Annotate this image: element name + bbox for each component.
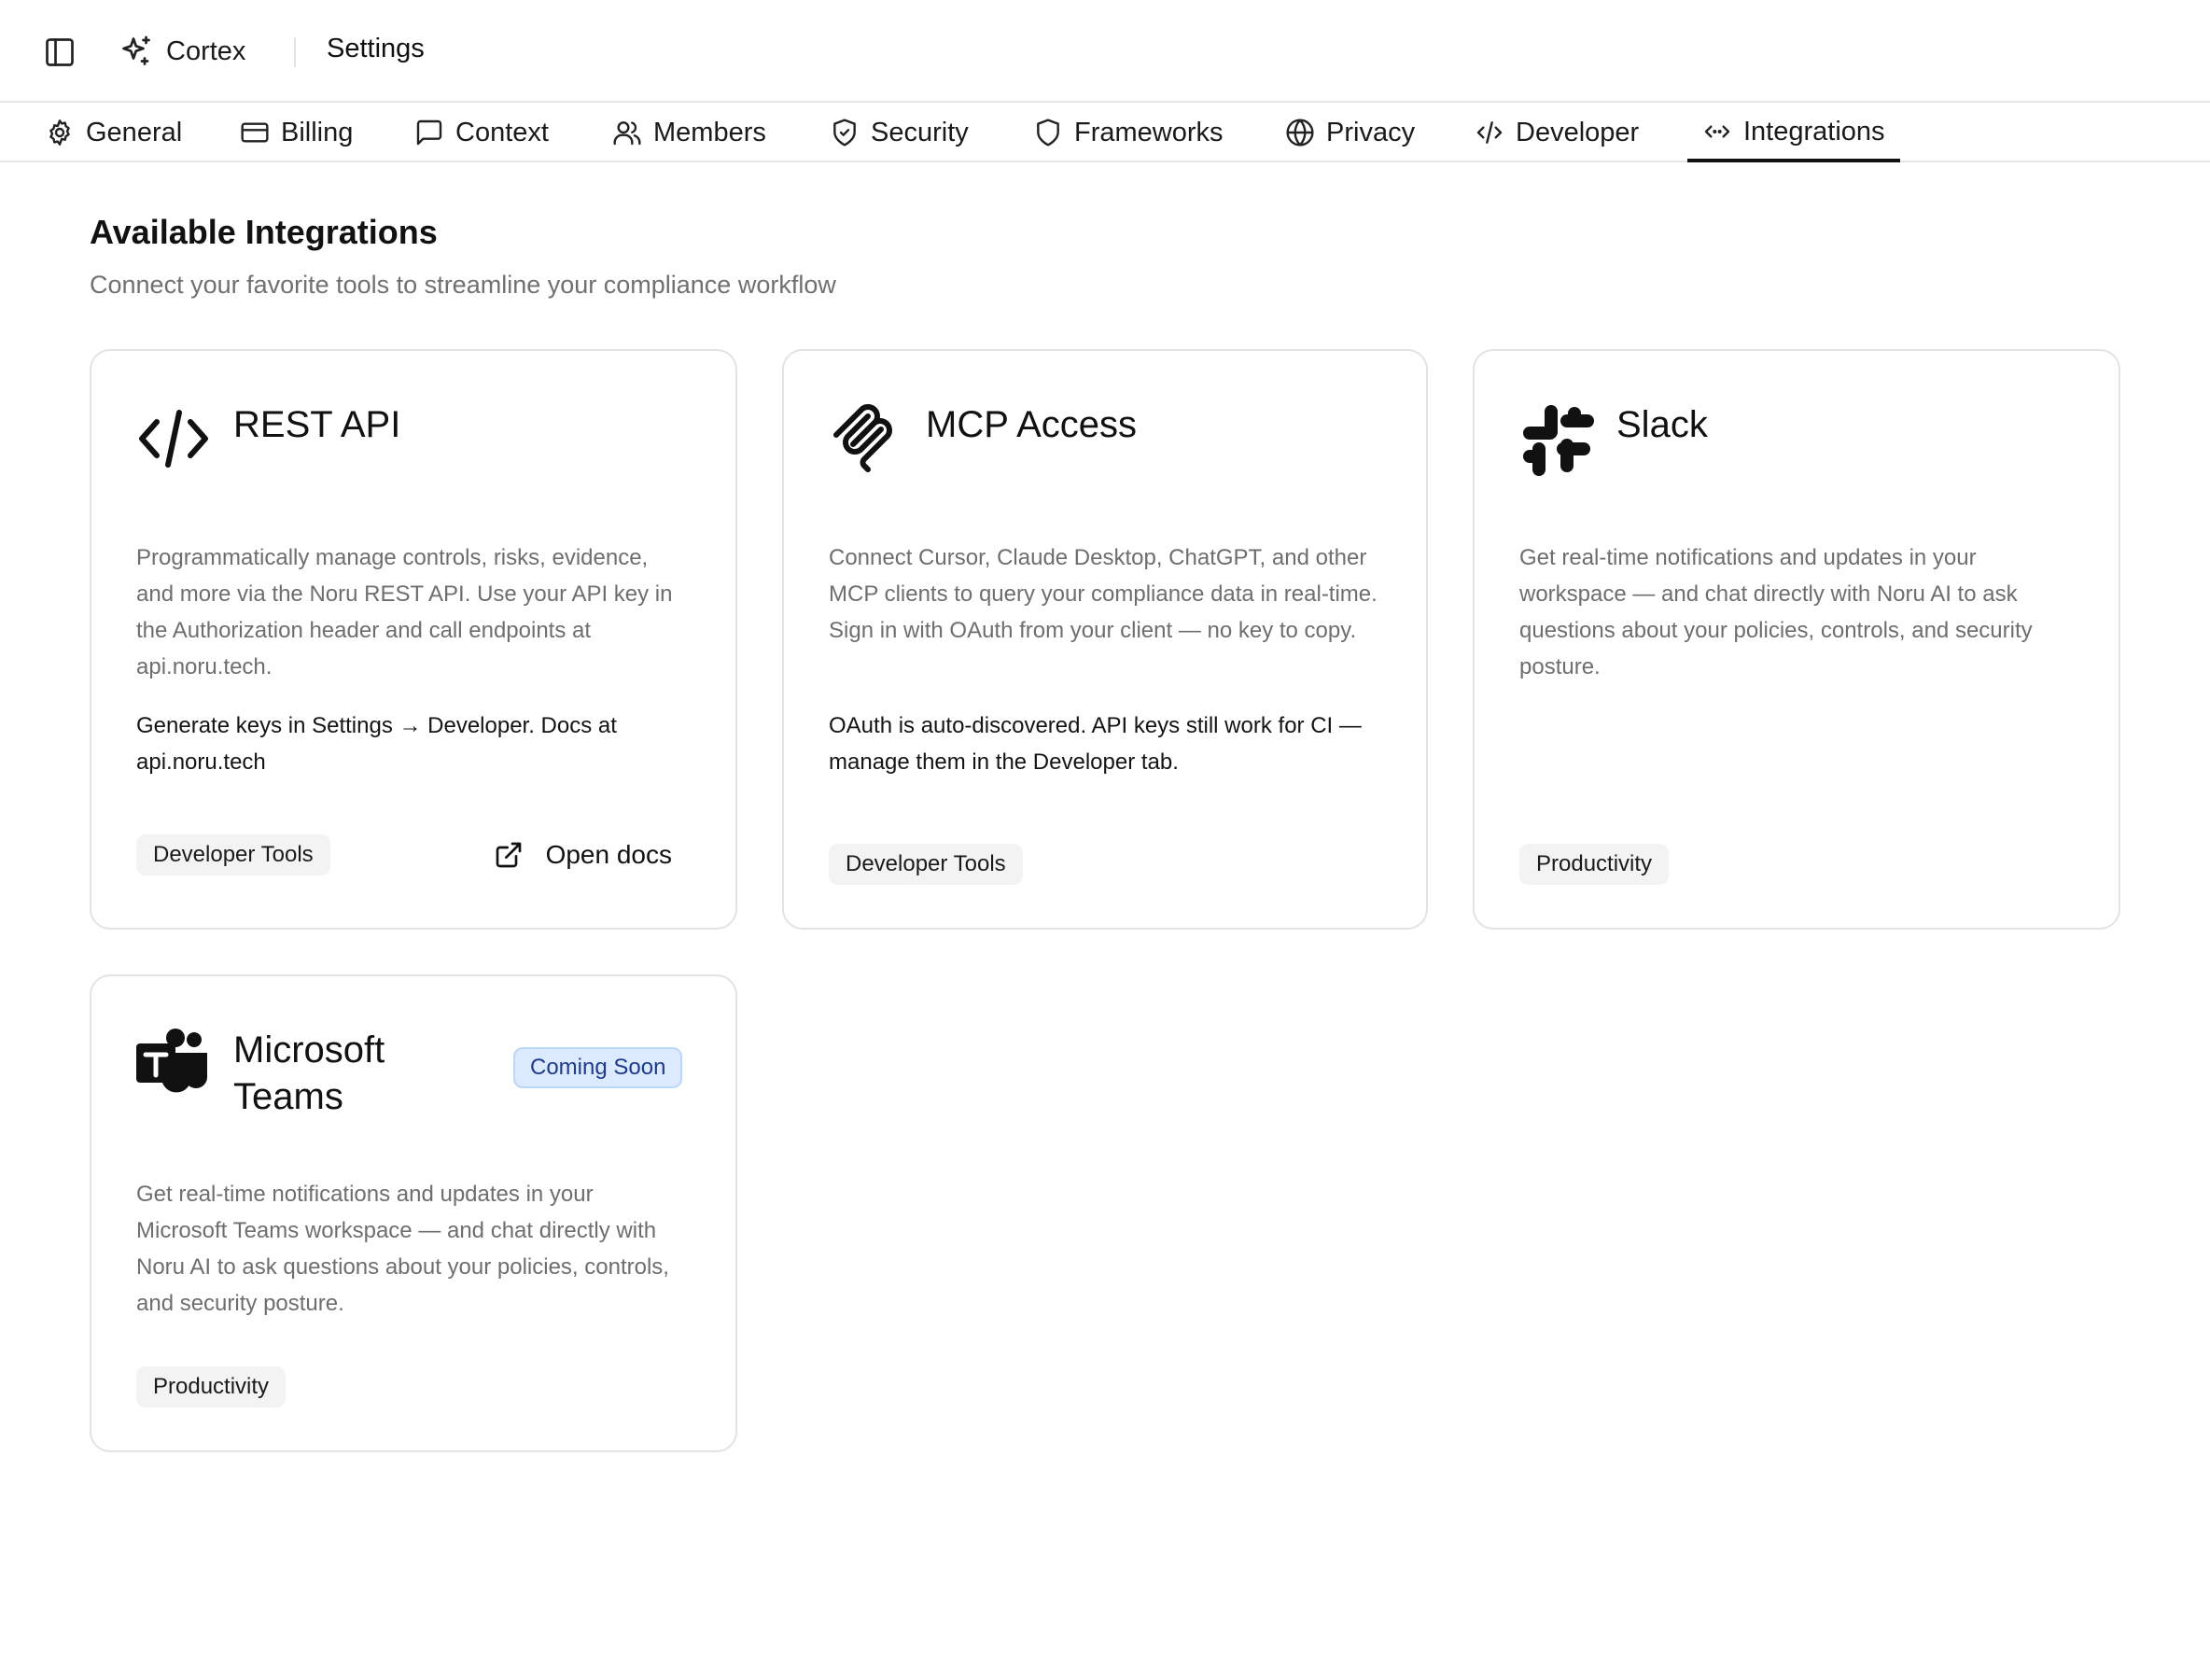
tab-label: Billing [281, 117, 354, 147]
integration-card-microsoft-teams: Microsoft Teams Coming Soon Get real-tim… [90, 974, 737, 1452]
tab-billing[interactable]: Billing [240, 105, 353, 161]
tab-members[interactable]: Members [612, 105, 766, 161]
status-badge: Coming Soon [513, 1047, 683, 1088]
app-switcher[interactable]: Cortex [119, 28, 245, 75]
tab-label: Privacy [1326, 117, 1416, 147]
tab-frameworks[interactable]: Frameworks [1033, 105, 1224, 161]
tab-label: Developer [1516, 117, 1640, 147]
code-icon [139, 410, 208, 468]
integration-name: Slack [1616, 404, 1708, 445]
globe-lock-icon [1286, 119, 1314, 147]
sidebar-toggle-icon[interactable] [43, 35, 77, 69]
integration-description: Connect Cursor, Claude Desktop, ChatGPT,… [829, 545, 1378, 643]
integration-name: Microsoft Teams [233, 1029, 385, 1117]
code-xml-icon [1704, 125, 1730, 138]
page-subtitle: Connect your favorite tools to streamlin… [90, 271, 836, 299]
message-square-icon [416, 119, 442, 146]
sparkles-icon [122, 35, 150, 65]
page-title: Available Integrations [90, 213, 438, 251]
shield-icon [1037, 119, 1059, 147]
settings-tabs: General Billing Context Members Security… [0, 105, 2210, 162]
integration-note: Generate keys in Settings → Developer. D… [136, 713, 617, 775]
category-tag: Productivity [136, 1366, 287, 1407]
tab-label: Integrations [1743, 116, 1885, 147]
open-docs-button[interactable]: Open docs [494, 834, 672, 875]
tab-security[interactable]: Security [830, 105, 969, 161]
integration-description: Get real-time notifications and updates … [1519, 545, 2033, 679]
tab-privacy[interactable]: Privacy [1285, 105, 1415, 161]
category-tag: Developer Tools [829, 844, 1023, 885]
category-tag: Developer Tools [136, 834, 330, 875]
app-name: Cortex [166, 35, 246, 66]
tab-developer[interactable]: Developer [1475, 105, 1639, 161]
page-breadcrumb: Settings [327, 34, 425, 63]
tab-context[interactable]: Context [414, 105, 549, 161]
credit-card-icon [241, 122, 269, 143]
microsoft-teams-icon [136, 1029, 207, 1093]
integration-name: REST API [233, 404, 401, 445]
tab-integrations[interactable]: Integrations [1687, 105, 1900, 162]
external-link-icon [496, 842, 521, 868]
slack-icon [1523, 405, 1594, 476]
tab-label: General [86, 117, 183, 147]
gear-icon [49, 119, 70, 146]
tab-label: Security [871, 117, 969, 147]
integration-note: OAuth is auto-discovered. API keys still… [829, 713, 1362, 775]
shield-check-icon [833, 119, 856, 147]
integration-description: Programmatically manage controls, risks,… [136, 545, 673, 679]
integration-card-mcp-access: MCP Access Connect Cursor, Claude Deskto… [782, 349, 1428, 930]
mcp-icon [833, 404, 892, 472]
integration-description: Get real-time notifications and updates … [136, 1182, 669, 1316]
integration-card-rest-api: REST API Programmatically manage control… [90, 349, 737, 930]
code-icon [1476, 121, 1503, 144]
users-icon [613, 121, 641, 146]
tab-general[interactable]: General [45, 105, 182, 161]
integration-card-slack: Slack Get real-time notifications and up… [1473, 349, 2120, 930]
integration-name: MCP Access [926, 404, 1137, 445]
tab-label: Members [653, 117, 766, 147]
open-docs-label: Open docs [545, 840, 672, 869]
tab-label: Context [455, 117, 549, 147]
breadcrumb-divider [294, 37, 296, 67]
category-tag: Productivity [1519, 844, 1670, 885]
tab-label: Frameworks [1074, 117, 1224, 147]
top-bar: Cortex Settings [0, 0, 2210, 103]
